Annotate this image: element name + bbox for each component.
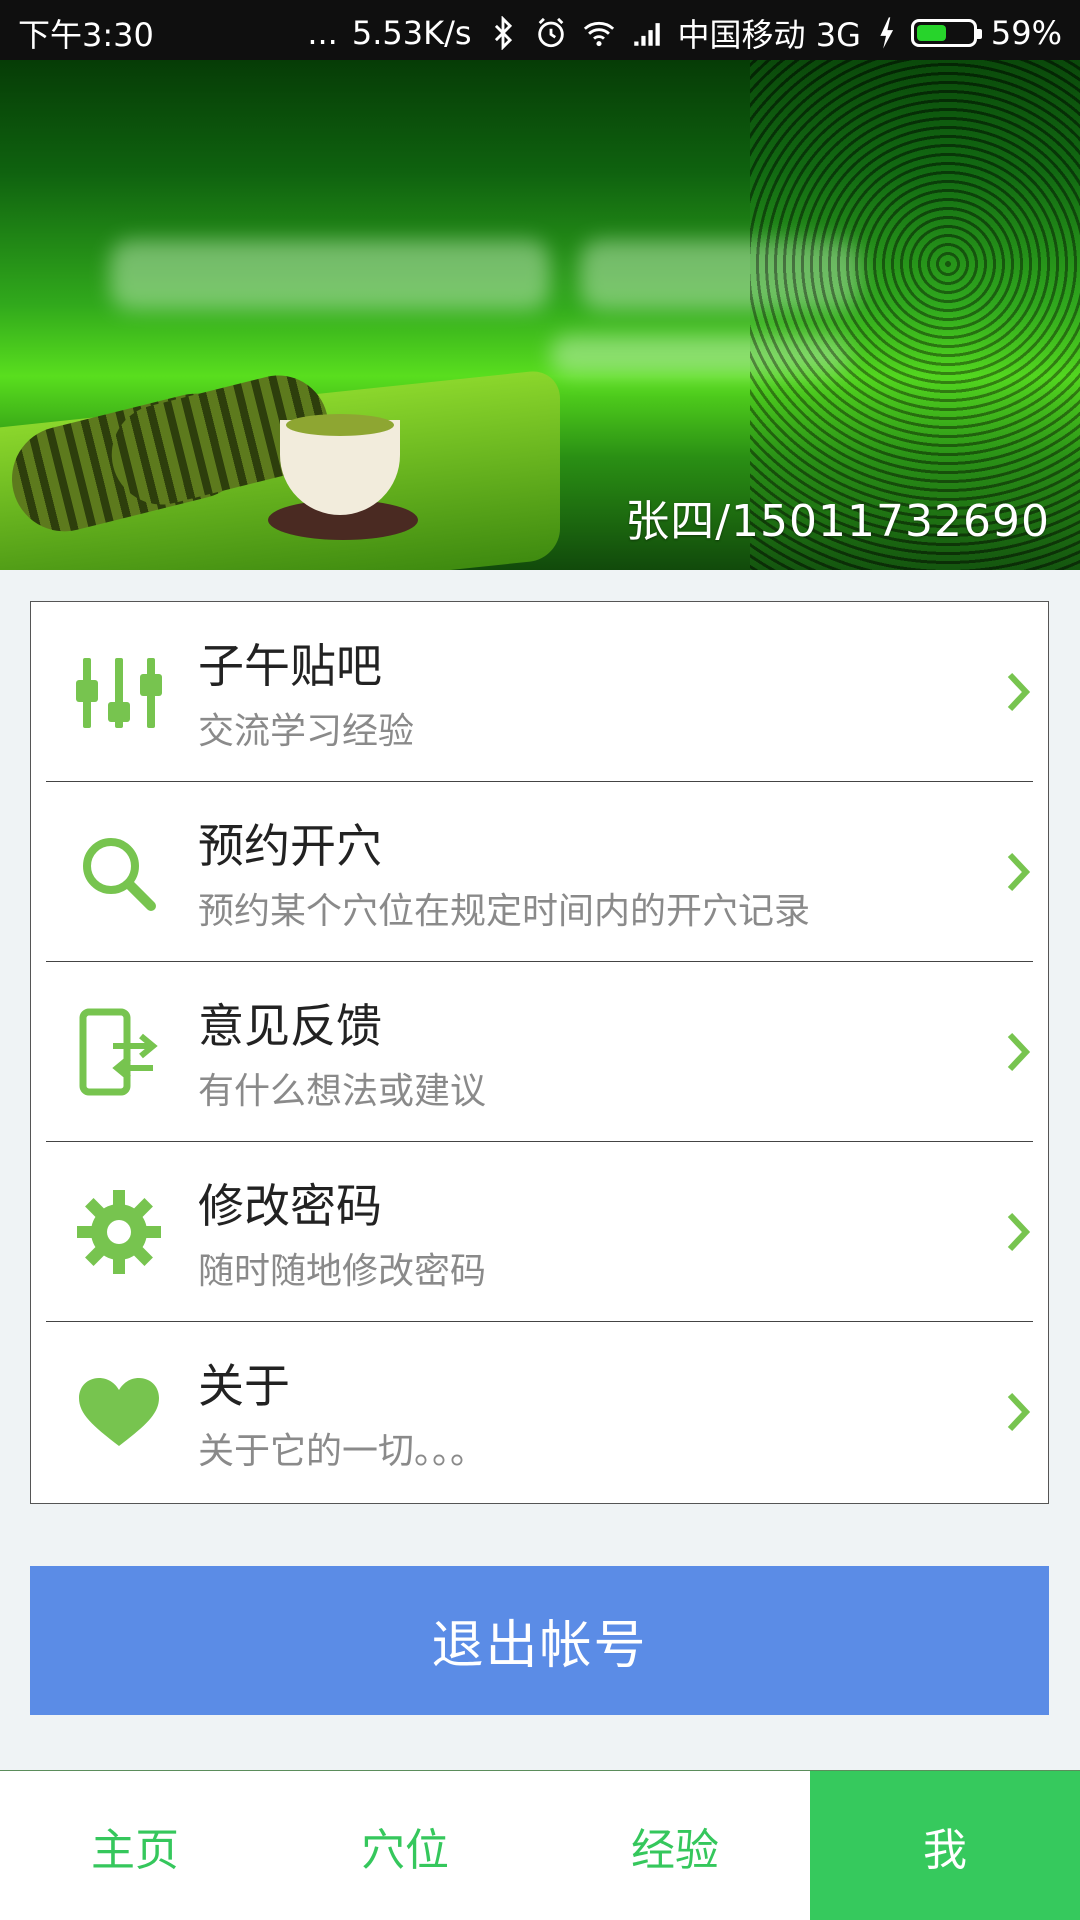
carrier-name: 中国移动 3G: [677, 16, 861, 54]
search-icon: [83, 838, 156, 911]
alarm-icon: [537, 17, 564, 48]
bottom-tab-bar: 主页 穴位 经验 我: [0, 1770, 1080, 1920]
menu-item-about[interactable]: 关于 关于它的一切。。。: [31, 1322, 1048, 1502]
tab-experience[interactable]: 经验: [540, 1771, 810, 1920]
chevron-right-icon: [1007, 672, 1031, 712]
menu-item-change-password[interactable]: 修改密码 随时随地修改密码: [31, 1142, 1048, 1322]
menu-item-title: 修改密码: [198, 1179, 382, 1233]
logout-button[interactable]: 退出帐号: [30, 1566, 1049, 1715]
menu-item-forum[interactable]: 子午贴吧 交流学习经验: [31, 602, 1048, 782]
battery-fill: [916, 25, 947, 41]
menu-item-subtitle: 有什么想法或建议: [198, 1071, 487, 1112]
status-right: ... 5.53K/s 中国移动 3G 59%: [307, 10, 1062, 56]
menu-item-feedback[interactable]: 意见反馈 有什么想法或建议: [31, 962, 1048, 1142]
menu-item-title: 预约开穴: [198, 819, 382, 873]
bluetooth-icon: [494, 16, 512, 50]
phone-exchange-icon: [79, 1008, 158, 1096]
tab-me[interactable]: 我: [810, 1771, 1080, 1920]
header-banner: 张四/15011732690: [0, 60, 1080, 570]
chevron-right-icon: [1007, 852, 1031, 892]
menu-item-subtitle: 预约某个穴位在规定时间内的开穴记录: [198, 891, 811, 932]
sliders-icon: [76, 658, 162, 728]
gear-icon: [77, 1190, 161, 1274]
heart-icon: [79, 1378, 159, 1446]
tab-home[interactable]: 主页: [0, 1771, 270, 1920]
menu-item-subtitle: 随时随地修改密码: [198, 1251, 487, 1292]
battery-percent: 59%: [990, 14, 1062, 52]
chevron-right-icon: [1007, 1392, 1031, 1432]
menu-item-title: 子午贴吧: [198, 639, 382, 693]
menu-item-appointment[interactable]: 预约开穴 预约某个穴位在规定时间内的开穴记录: [31, 782, 1048, 962]
network-speed: 5.53K/s: [351, 14, 472, 52]
menu-item-subtitle: 交流学习经验: [198, 711, 415, 752]
chevron-right-icon: [1007, 1212, 1031, 1252]
chevron-right-icon: [1007, 1032, 1031, 1072]
menu-item-subtitle: 关于它的一切。。。: [198, 1431, 487, 1472]
user-name-phone: 张四/15011732690: [625, 496, 1050, 547]
status-time: 下午3:30: [18, 16, 154, 54]
menu-item-title: 意见反馈: [198, 999, 382, 1053]
tab-acupoints[interactable]: 穴位: [270, 1771, 540, 1920]
wifi-icon: [583, 21, 614, 47]
settings-menu: 子午贴吧 交流学习经验 预约开穴 预约某个穴位在规定时间内的开穴记录 意见反馈 …: [30, 601, 1049, 1504]
charging-icon: [880, 17, 893, 49]
menu-item-title: 关于: [198, 1359, 290, 1413]
more-dots: ...: [307, 14, 338, 52]
battery-icon: [910, 19, 982, 47]
status-bar: 下午3:30 ... 5.53K/s 中国移动 3G 59%: [0, 0, 1080, 60]
signal-icon: [633, 23, 660, 46]
